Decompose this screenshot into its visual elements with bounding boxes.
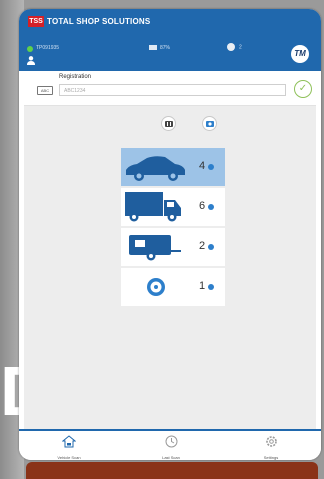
vehicle-count: 4 [199, 160, 206, 172]
tss-logo: TSS [28, 16, 44, 27]
nav-label: Vehicle Scan [57, 455, 81, 460]
car-icon [126, 156, 185, 181]
nav-vehicle-scan[interactable]: Vehicle Scan [49, 435, 89, 460]
vehicle-type-caravan[interactable]: 2 [121, 228, 225, 266]
scan-mode-tyre-button[interactable] [161, 116, 176, 131]
app-header: TSS TOTAL SHOP SOLUTIONS [19, 9, 321, 37]
count-indicator-icon [208, 284, 214, 290]
status-bar: TP091935 87% 2 TM [19, 37, 321, 71]
vehicle-type-wheel[interactable]: 1 [121, 268, 225, 306]
registration-label: Registration [59, 74, 92, 80]
caravan-icon [129, 235, 181, 261]
registration-input[interactable]: ABC1234 [59, 84, 286, 96]
nav-last-scan[interactable]: Last Scan [151, 435, 191, 460]
notification-icon [227, 43, 235, 51]
battery-icon [149, 45, 157, 51]
device-id: TP091935 [36, 45, 60, 51]
battery-indicator: 87% [149, 45, 170, 51]
count-indicator-icon [208, 204, 214, 210]
connection-status-icon [27, 46, 33, 52]
tyre-scan-icon [164, 120, 173, 127]
camera-icon [205, 121, 214, 127]
vehicle-count: 1 [199, 280, 206, 292]
vehicle-count: 6 [199, 200, 206, 212]
vehicle-panel: 4 6 2 1 [24, 106, 316, 430]
count-indicator-icon [208, 244, 214, 250]
app-title: TOTAL SHOP SOLUTIONS [47, 17, 151, 26]
bottom-navigation: Vehicle Scan Last Scan Settings [19, 429, 321, 460]
nav-label: Settings [263, 455, 279, 460]
house-car-icon [61, 435, 77, 448]
wheel-icon [147, 278, 165, 296]
registration-card: ABC Registration ABC1234 ✓ [24, 71, 316, 106]
user-icon[interactable] [27, 56, 35, 65]
tm-logo: TM [291, 45, 309, 63]
nav-settings[interactable]: Settings [251, 435, 291, 460]
background-bottom [26, 462, 318, 479]
confirm-check-button[interactable]: ✓ [294, 80, 312, 98]
truck-icon [125, 192, 181, 222]
clock-icon [165, 435, 177, 448]
license-plate-icon: ABC [37, 86, 53, 95]
notifications[interactable]: 2 [227, 43, 242, 51]
count-indicator-icon [208, 164, 214, 170]
gear-icon [265, 436, 277, 447]
battery-level: 87% [160, 45, 171, 51]
vehicle-count: 2 [199, 240, 206, 252]
vehicle-type-truck[interactable]: 6 [121, 188, 225, 226]
vehicle-type-car[interactable]: 4 [121, 148, 225, 186]
scan-mode-camera-button[interactable] [202, 116, 217, 131]
notification-count: 2 [239, 44, 242, 51]
tablet-screen: TSS TOTAL SHOP SOLUTIONS TP091935 87% 2 … [19, 9, 321, 460]
nav-label: Last Scan [162, 455, 180, 460]
